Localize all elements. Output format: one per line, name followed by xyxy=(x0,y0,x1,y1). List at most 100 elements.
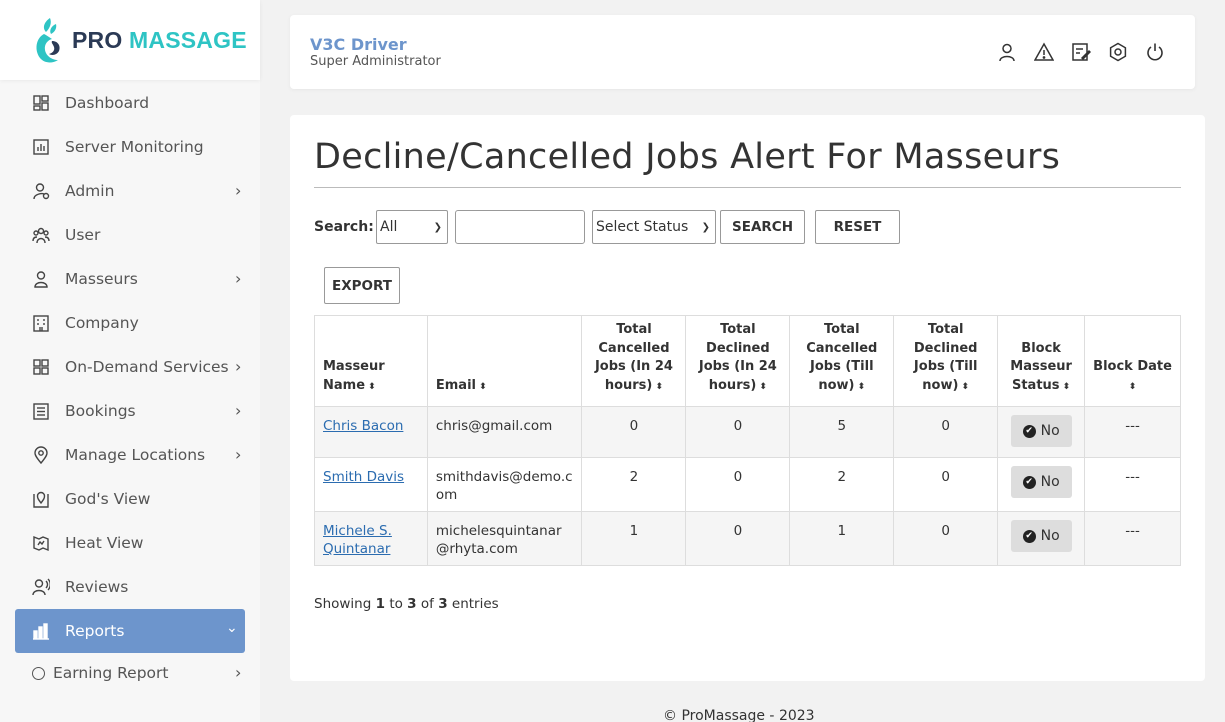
circle-icon xyxy=(32,666,45,680)
chevron-down-icon: ⌄ xyxy=(226,620,238,636)
sidebar-item-reviews[interactable]: Reviews xyxy=(0,565,260,609)
export-button[interactable]: EXPORT xyxy=(324,267,400,304)
block-status-button[interactable]: ✔ No xyxy=(1010,466,1072,498)
user-name: V3C Driver xyxy=(310,35,407,54)
chevron-right-icon: › xyxy=(235,269,242,288)
sidebar-item-masseurs[interactable]: Masseurs › xyxy=(0,257,260,301)
sidebar-item-label: On-Demand Services xyxy=(65,358,229,376)
table-header-row: Masseur Name ⬍ Email ⬍ Total Cancelled Job… xyxy=(314,315,1181,407)
column-header[interactable]: Email ⬍ xyxy=(426,315,583,407)
sidebar-item-label: Company xyxy=(65,314,139,332)
settings-icon[interactable] xyxy=(1108,42,1128,62)
logo-icon xyxy=(36,18,60,63)
sort-icon[interactable]: ⬍ xyxy=(365,382,376,392)
info-of-word: of xyxy=(420,596,434,612)
alert-icon[interactable] xyxy=(1034,42,1054,62)
masseur-name-link[interactable]: Smith Davis xyxy=(323,469,404,485)
sidebar-item-admin[interactable]: Admin › xyxy=(0,169,260,213)
sidebar-item-dashboard[interactable]: Dashboard xyxy=(0,81,260,125)
status-select-value: Select Status xyxy=(596,219,689,235)
chevron-down-icon: ❯ xyxy=(433,222,442,233)
sidebar-item-heat-view[interactable]: Heat View xyxy=(0,521,260,565)
footer: © ProMassage - 2023 xyxy=(663,708,815,722)
table-cell-name: Smith Davis xyxy=(314,457,428,512)
search-input[interactable] xyxy=(455,210,585,244)
table-cell-c24: 1 xyxy=(581,511,687,566)
sidebar-item-label: God's View xyxy=(65,490,151,508)
sidebar-item-god-s-view[interactable]: God's View xyxy=(0,477,260,521)
block-status-label: No xyxy=(1040,528,1060,544)
sidebar-menu: Dashboard Server Monitoring Admin › User Mass… xyxy=(0,81,260,695)
sidebar-item-bookings[interactable]: Bookings › xyxy=(0,389,260,433)
sidebar-item-user[interactable]: User xyxy=(0,213,260,257)
info-prefix: Showing xyxy=(314,596,372,612)
table-cell-status: ✔ No xyxy=(997,406,1086,458)
column-header[interactable]: Total Declined Jobs (Till now) ⬍ xyxy=(893,315,999,407)
chevron-right-icon: › xyxy=(235,401,242,420)
column-header[interactable]: Total Cancelled Jobs (Till now) ⬍ xyxy=(789,315,895,407)
sidebar-item-label: Earning Report xyxy=(53,664,169,682)
column-header[interactable]: Masseur Name ⬍ xyxy=(314,315,428,407)
masseur-name-link[interactable]: Michele S. Quintanar xyxy=(323,523,392,557)
edit-note-icon[interactable] xyxy=(1071,42,1091,62)
column-header[interactable]: Total Declined Jobs (In 24 hours) ⬍ xyxy=(685,315,791,407)
sort-icon[interactable]: ⬍ xyxy=(958,382,970,392)
table-cell-date: --- xyxy=(1084,457,1181,512)
info-total: 3 xyxy=(438,596,448,612)
table-cell-dt: 0 xyxy=(893,511,999,566)
title-divider xyxy=(314,187,1181,188)
check-circle-icon: ✔ xyxy=(1022,424,1036,438)
reset-button[interactable]: RESET xyxy=(815,210,900,244)
page-title: Decline/Cancelled Jobs Alert For Masseur… xyxy=(314,137,1061,177)
reviews-icon xyxy=(32,578,50,596)
user-role: Super Administrator xyxy=(310,54,441,69)
admin-icon xyxy=(32,182,50,200)
column-header-label: Email xyxy=(435,377,476,393)
profile-icon[interactable] xyxy=(997,42,1017,62)
table-cell-c24: 0 xyxy=(581,406,687,458)
chevron-right-icon: › xyxy=(235,663,242,682)
table-cell-date: --- xyxy=(1084,511,1181,566)
search-label: Search: xyxy=(314,219,374,235)
sort-icon[interactable]: ⬍ xyxy=(1129,382,1137,392)
column-header[interactable]: Block Masseur Status ⬍ xyxy=(997,315,1086,407)
sidebar-item-label: Admin xyxy=(65,182,115,200)
sidebar-item-label: Masseurs xyxy=(65,270,138,288)
sort-icon[interactable]: ⬍ xyxy=(756,382,767,392)
search-field-select[interactable]: All ❯ xyxy=(376,210,448,244)
sidebar-item-earning-report[interactable]: Earning Report › xyxy=(0,651,260,695)
table-cell-status: ✔ No xyxy=(997,457,1086,512)
sort-icon[interactable]: ⬍ xyxy=(1060,382,1071,392)
sort-icon[interactable]: ⬍ xyxy=(855,382,866,392)
sidebar-item-manage-locations[interactable]: Manage Locations › xyxy=(0,433,260,477)
sidebar-item-reports[interactable]: Reports ⌄ xyxy=(15,609,245,653)
jobs-alert-table: Masseur Name ⬍ Email ⬍ Total Cancelled Job… xyxy=(314,315,1181,566)
status-select[interactable]: Select Status ❯ xyxy=(592,210,716,244)
sidebar-item-label: Manage Locations xyxy=(65,446,206,464)
logo[interactable]: PRO MASSAGE xyxy=(0,0,260,80)
sidebar-item-on-demand-services[interactable]: On-Demand Services › xyxy=(0,345,260,389)
search-button[interactable]: SEARCH xyxy=(720,210,805,244)
logo-text: PRO MASSAGE xyxy=(72,27,247,54)
block-status-label: No xyxy=(1040,423,1060,439)
chevron-right-icon: › xyxy=(235,357,242,376)
table-cell-d24: 0 xyxy=(685,406,791,458)
block-status-button[interactable]: ✔ No xyxy=(1010,415,1072,447)
info-to: 3 xyxy=(407,596,417,612)
check-circle-icon: ✔ xyxy=(1022,475,1036,489)
masseur-name-link[interactable]: Chris Bacon xyxy=(323,418,403,434)
person-icon xyxy=(32,270,50,288)
sidebar-item-company[interactable]: Company xyxy=(0,301,260,345)
table-cell-ct: 2 xyxy=(789,457,895,512)
column-header[interactable]: Block Date ⬍ xyxy=(1084,315,1181,407)
sort-icon[interactable]: ⬍ xyxy=(476,382,487,392)
table-cell-email: smithdavis@demo.com xyxy=(426,457,583,512)
table-row: Chris Bacon chris@gmail.com 0 0 5 0 ✔ No --- xyxy=(314,406,1181,458)
sidebar-item-label: User xyxy=(65,226,101,244)
sidebar-item-server-monitoring[interactable]: Server Monitoring xyxy=(0,125,260,169)
power-icon[interactable] xyxy=(1145,42,1165,62)
block-status-button[interactable]: ✔ No xyxy=(1010,520,1072,552)
search-field-value: All xyxy=(380,219,398,235)
column-header[interactable]: Total Cancelled Jobs (In 24 hours) ⬍ xyxy=(581,315,687,407)
sort-icon[interactable]: ⬍ xyxy=(652,382,663,392)
